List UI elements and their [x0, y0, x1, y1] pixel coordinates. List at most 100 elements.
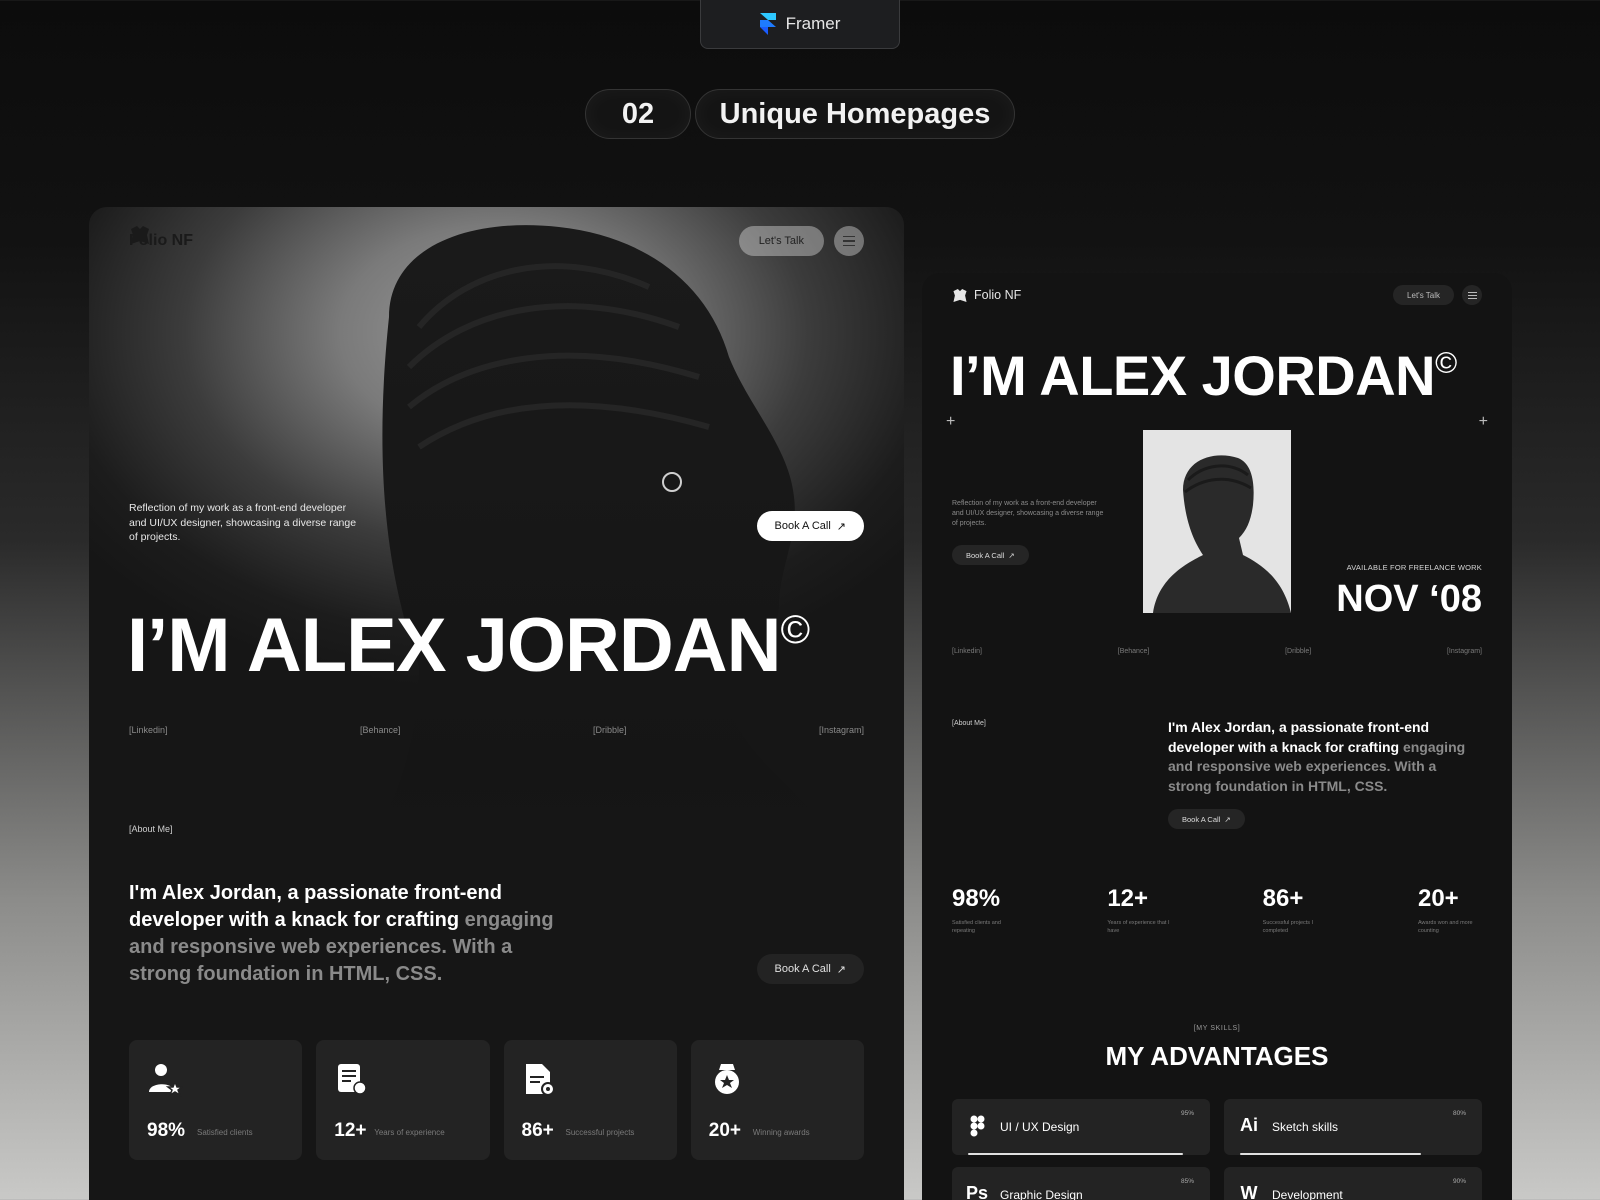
- stat-value: 86+: [1262, 885, 1304, 912]
- top-nav: Folio NF Let's Talk: [952, 285, 1482, 305]
- stat-item: 86+ Successful projects I completed: [1263, 885, 1327, 935]
- book-call-label: Book A Call: [774, 520, 831, 532]
- book-call-label: Book A Call: [774, 963, 831, 975]
- about-bright-text: I'm Alex Jordan, a passionate front-end …: [1168, 719, 1430, 755]
- user-star-icon: [149, 1064, 183, 1097]
- copyright-icon: ©: [1435, 347, 1457, 380]
- book-call-button-secondary[interactable]: Book A Call ↗: [756, 954, 864, 984]
- name-text: I’M ALEX JORDAN: [127, 603, 782, 688]
- arrow-up-right-icon: ↗: [1008, 550, 1015, 560]
- stat-card: 12+ Years of experience: [316, 1040, 490, 1160]
- section-title: Unique Homepages: [695, 89, 1015, 139]
- social-links: [Linkedin] [Behance] [Dribble] [Instagra…: [129, 725, 864, 735]
- skills-tag: [MY SKILLS]: [1193, 1025, 1241, 1032]
- stat-item: 12+ Years of experience that I have: [1107, 885, 1171, 935]
- top-nav: Folio NF Let's Talk: [129, 225, 864, 257]
- hamburger-icon: [843, 235, 855, 238]
- about-paragraph: I'm Alex Jordan, a passionate front-end …: [129, 880, 569, 988]
- about-bright-text: I'm Alex Jordan, a passionate front-end …: [129, 882, 502, 931]
- hero-name: I’M ALEX JORDAN©: [950, 343, 1457, 408]
- skill-percent: 85%: [1180, 1178, 1194, 1185]
- stat-label: Awards won and more counting: [1417, 920, 1473, 934]
- arrow-up-right-icon: ↗: [836, 520, 846, 533]
- photoshop-icon: Ps: [966, 1183, 989, 1200]
- section-header: 02 Unique Homepages: [585, 89, 1015, 139]
- stat-label: Satisfied clients: [197, 1128, 253, 1137]
- stats-row: 98% Satisfied clients and repeating 12+ Ye…: [952, 885, 1482, 935]
- homepage-preview-left: Folio NF Let's Talk Reflection of my wor…: [89, 207, 904, 1200]
- brand-logo[interactable]: Folio NF: [952, 288, 1021, 303]
- framer-label: Framer: [785, 14, 841, 33]
- menu-button[interactable]: [1462, 285, 1482, 305]
- portrait-silhouette: [369, 225, 809, 907]
- stat-item: 98% Satisfied clients and repeating: [952, 885, 1016, 935]
- menu-button[interactable]: [834, 226, 864, 256]
- social-dribble[interactable]: [Dribble]: [593, 725, 627, 735]
- framer-badge: Framer: [700, 0, 900, 49]
- skill-card: Ai Sketch skills 80%: [1224, 1099, 1482, 1155]
- skill-name: Graphic Design: [1000, 1188, 1083, 1200]
- stat-value: 12+: [334, 1120, 367, 1141]
- skill-name: Sketch skills: [1272, 1120, 1339, 1134]
- skill-card: UI / UX Design 95%: [952, 1099, 1210, 1155]
- about-paragraph: I'm Alex Jordan, a passionate front-end …: [1168, 718, 1482, 796]
- book-call-label: Book A Call: [966, 550, 1005, 560]
- plus-icon: +: [946, 413, 956, 430]
- social-linkedin[interactable]: [Linkedin]: [952, 648, 982, 655]
- certificate-icon: [338, 1064, 367, 1095]
- copyright-icon: ©: [780, 608, 811, 652]
- stat-value: 12+: [1107, 885, 1149, 912]
- book-call-button-secondary[interactable]: Book A Call ↗: [1168, 809, 1245, 829]
- hero-description: Reflection of my work as a front-end dev…: [952, 500, 1104, 527]
- homepage-preview-right: Folio NF Let's Talk I’M ALEX JORDAN© + +…: [922, 273, 1512, 1200]
- social-instagram[interactable]: [Instagram]: [1447, 648, 1482, 655]
- skill-progress-bar: [1240, 1153, 1466, 1155]
- social-linkedin[interactable]: [Linkedin]: [129, 725, 168, 735]
- stat-label: Years of experience that I have: [1107, 920, 1170, 934]
- folio-logo-icon: [131, 226, 149, 244]
- date-heading: NOV ‘08: [1336, 578, 1482, 620]
- arrow-up-right-icon: ↗: [1224, 814, 1231, 824]
- social-links: [Linkedin] [Behance] [Dribble] [Instagra…: [952, 648, 1482, 655]
- social-instagram[interactable]: [Instagram]: [819, 725, 864, 735]
- stat-value: 20+: [1417, 885, 1459, 912]
- stat-item: 20+ Awards won and more counting: [1418, 885, 1482, 935]
- book-call-button[interactable]: Book A Call ↗: [756, 511, 864, 541]
- skill-card: W Development 90%: [1224, 1167, 1482, 1200]
- skill-name: UI / UX Design: [1000, 1120, 1080, 1134]
- folio-logo-icon: [953, 288, 967, 302]
- social-behance[interactable]: [Behance]: [360, 725, 401, 735]
- stat-label: Successful projects: [565, 1128, 635, 1137]
- brand-name: Folio NF: [974, 288, 1022, 302]
- skill-name: Development: [1272, 1188, 1343, 1200]
- stats-row: 98% Satisfied clients 12+ Years of exper…: [129, 1040, 864, 1160]
- figma-icon: [970, 1115, 985, 1137]
- framer-logo-icon: [759, 13, 776, 35]
- portrait-silhouette: [1153, 455, 1291, 613]
- lets-talk-button[interactable]: Let's Talk: [738, 226, 824, 256]
- advantages-title: MY ADVANTAGES: [1105, 1041, 1329, 1071]
- stat-value: 20+: [708, 1120, 741, 1141]
- freelance-status: AVAILABLE FOR FREELANCE WORK: [1346, 563, 1482, 572]
- plus-icon: +: [1478, 413, 1488, 430]
- name-text: I’M ALEX JORDAN: [950, 344, 1436, 407]
- brand-logo[interactable]: Folio NF: [129, 226, 193, 250]
- portrait-photo: [1143, 430, 1291, 613]
- about-tag: [About Me]: [129, 824, 173, 834]
- skill-percent: 80%: [1452, 1110, 1466, 1117]
- illustrator-icon: Ai: [1240, 1115, 1258, 1135]
- book-call-button[interactable]: Book A Call ↗: [952, 545, 1029, 565]
- stat-card: 20+ Winning awards: [690, 1040, 864, 1160]
- skills-grid: UI / UX Design 95% Ai Sketch skills 80% …: [952, 1099, 1482, 1200]
- stat-value: 86+: [521, 1120, 554, 1141]
- social-behance[interactable]: [Behance]: [1118, 648, 1150, 655]
- stat-label: Winning awards: [752, 1128, 810, 1137]
- webflow-icon: W: [1240, 1183, 1258, 1200]
- award-icon: [714, 1064, 739, 1094]
- hero-description: Reflection of my work as a front-end dev…: [129, 502, 357, 543]
- stat-value: 98%: [952, 885, 1001, 912]
- lets-talk-button[interactable]: Let's Talk: [1393, 285, 1454, 305]
- social-dribble[interactable]: [Dribble]: [1285, 648, 1311, 655]
- stat-card: 86+ Successful projects: [503, 1040, 677, 1160]
- skill-percent: 95%: [1180, 1110, 1194, 1117]
